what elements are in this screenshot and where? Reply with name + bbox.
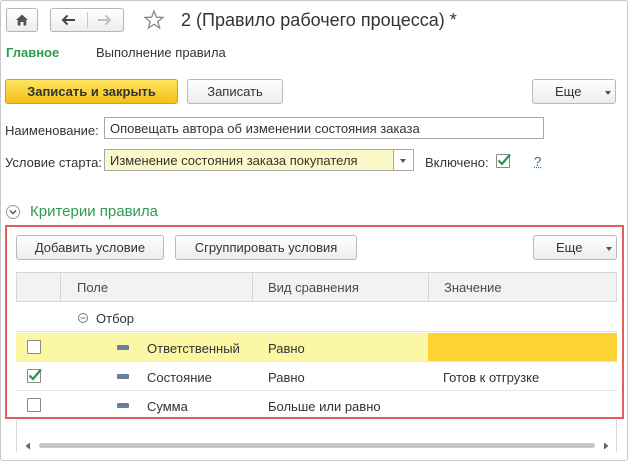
save-button[interactable]: Записать	[187, 79, 283, 104]
page-title: 2 (Правило рабочего процесса) *	[181, 10, 457, 30]
row-comparison: Равно	[268, 341, 305, 356]
row-value: Готов к отгрузке	[443, 370, 540, 385]
home-button[interactable]	[6, 8, 38, 32]
arrow-right-icon[interactable]	[88, 9, 124, 31]
chevron-down-icon	[400, 159, 406, 163]
more-button[interactable]: Еще	[532, 79, 616, 104]
column-header-field-label: Поле	[77, 280, 109, 295]
field-item-icon	[117, 403, 129, 408]
table-row[interactable]: Сумма Больше или равно	[16, 391, 617, 420]
table-row[interactable]: Состояние Равно Готов к отгрузке	[16, 362, 617, 391]
save-and-close-button[interactable]: Записать и закрыть	[5, 79, 178, 104]
help-link[interactable]: ?	[534, 154, 541, 169]
criteria-more-label: Еще	[556, 240, 583, 255]
chevron-down-icon	[9, 210, 17, 215]
row-checkbox[interactable]	[27, 340, 41, 354]
field-item-icon	[117, 374, 129, 379]
checkmark-icon	[28, 368, 42, 381]
scroll-right-icon[interactable]	[601, 441, 611, 451]
home-icon	[16, 14, 28, 26]
row-value-cell[interactable]	[428, 333, 617, 361]
row-comparison: Равно	[268, 370, 305, 385]
chevron-down-icon	[605, 91, 611, 95]
table-row-group[interactable]: Отбор	[16, 303, 617, 332]
criteria-title: Критерии правила	[30, 203, 159, 220]
grid-right-border	[616, 420, 617, 452]
row-comparison: Больше или равно	[268, 399, 381, 414]
group-conditions-button[interactable]: Сгруппировать условия	[175, 235, 357, 260]
enabled-label: Включено:	[425, 155, 489, 170]
collapse-group-icon[interactable]	[77, 312, 89, 324]
add-condition-button[interactable]: Добавить условие	[16, 235, 164, 260]
column-header-value-label: Значение	[444, 280, 502, 295]
more-button-label: Еще	[555, 84, 582, 99]
row-checkbox[interactable]	[27, 368, 42, 383]
name-label: Наименование:	[5, 123, 99, 138]
checkmark-icon	[497, 153, 511, 166]
enabled-checkbox[interactable]	[496, 153, 511, 168]
horizontal-scrollbar[interactable]	[17, 441, 616, 451]
row-checkbox[interactable]	[27, 398, 41, 412]
star-icon[interactable]	[143, 9, 165, 31]
tab-execution[interactable]: Выполнение правила	[96, 45, 226, 60]
tab-main[interactable]: Главное	[6, 45, 59, 60]
scroll-left-icon[interactable]	[23, 441, 33, 451]
arrow-left-icon[interactable]	[51, 9, 87, 31]
row-field: Сумма	[147, 399, 188, 414]
chevron-down-icon	[606, 247, 612, 251]
row-field: Ответственный	[147, 341, 240, 356]
criteria-collapse-toggle[interactable]	[6, 205, 20, 219]
start-condition-label: Условие старта:	[5, 155, 102, 170]
name-field[interactable]: Оповещать автора об изменении состояния …	[104, 117, 544, 139]
column-header-comparison-label: Вид сравнения	[268, 280, 359, 295]
criteria-more-button[interactable]: Еще	[533, 235, 617, 260]
history-nav-group	[50, 8, 124, 32]
field-item-icon	[117, 345, 129, 350]
start-condition-dropdown[interactable]	[394, 149, 414, 171]
table-row[interactable]: Ответственный Равно	[16, 333, 617, 362]
scrollbar-thumb[interactable]	[39, 443, 595, 448]
row-field: Состояние	[147, 370, 212, 385]
column-header-check	[16, 272, 60, 302]
start-condition-field[interactable]: Изменение состояния заказа покупателя	[104, 149, 394, 171]
group-label: Отбор	[96, 311, 134, 326]
